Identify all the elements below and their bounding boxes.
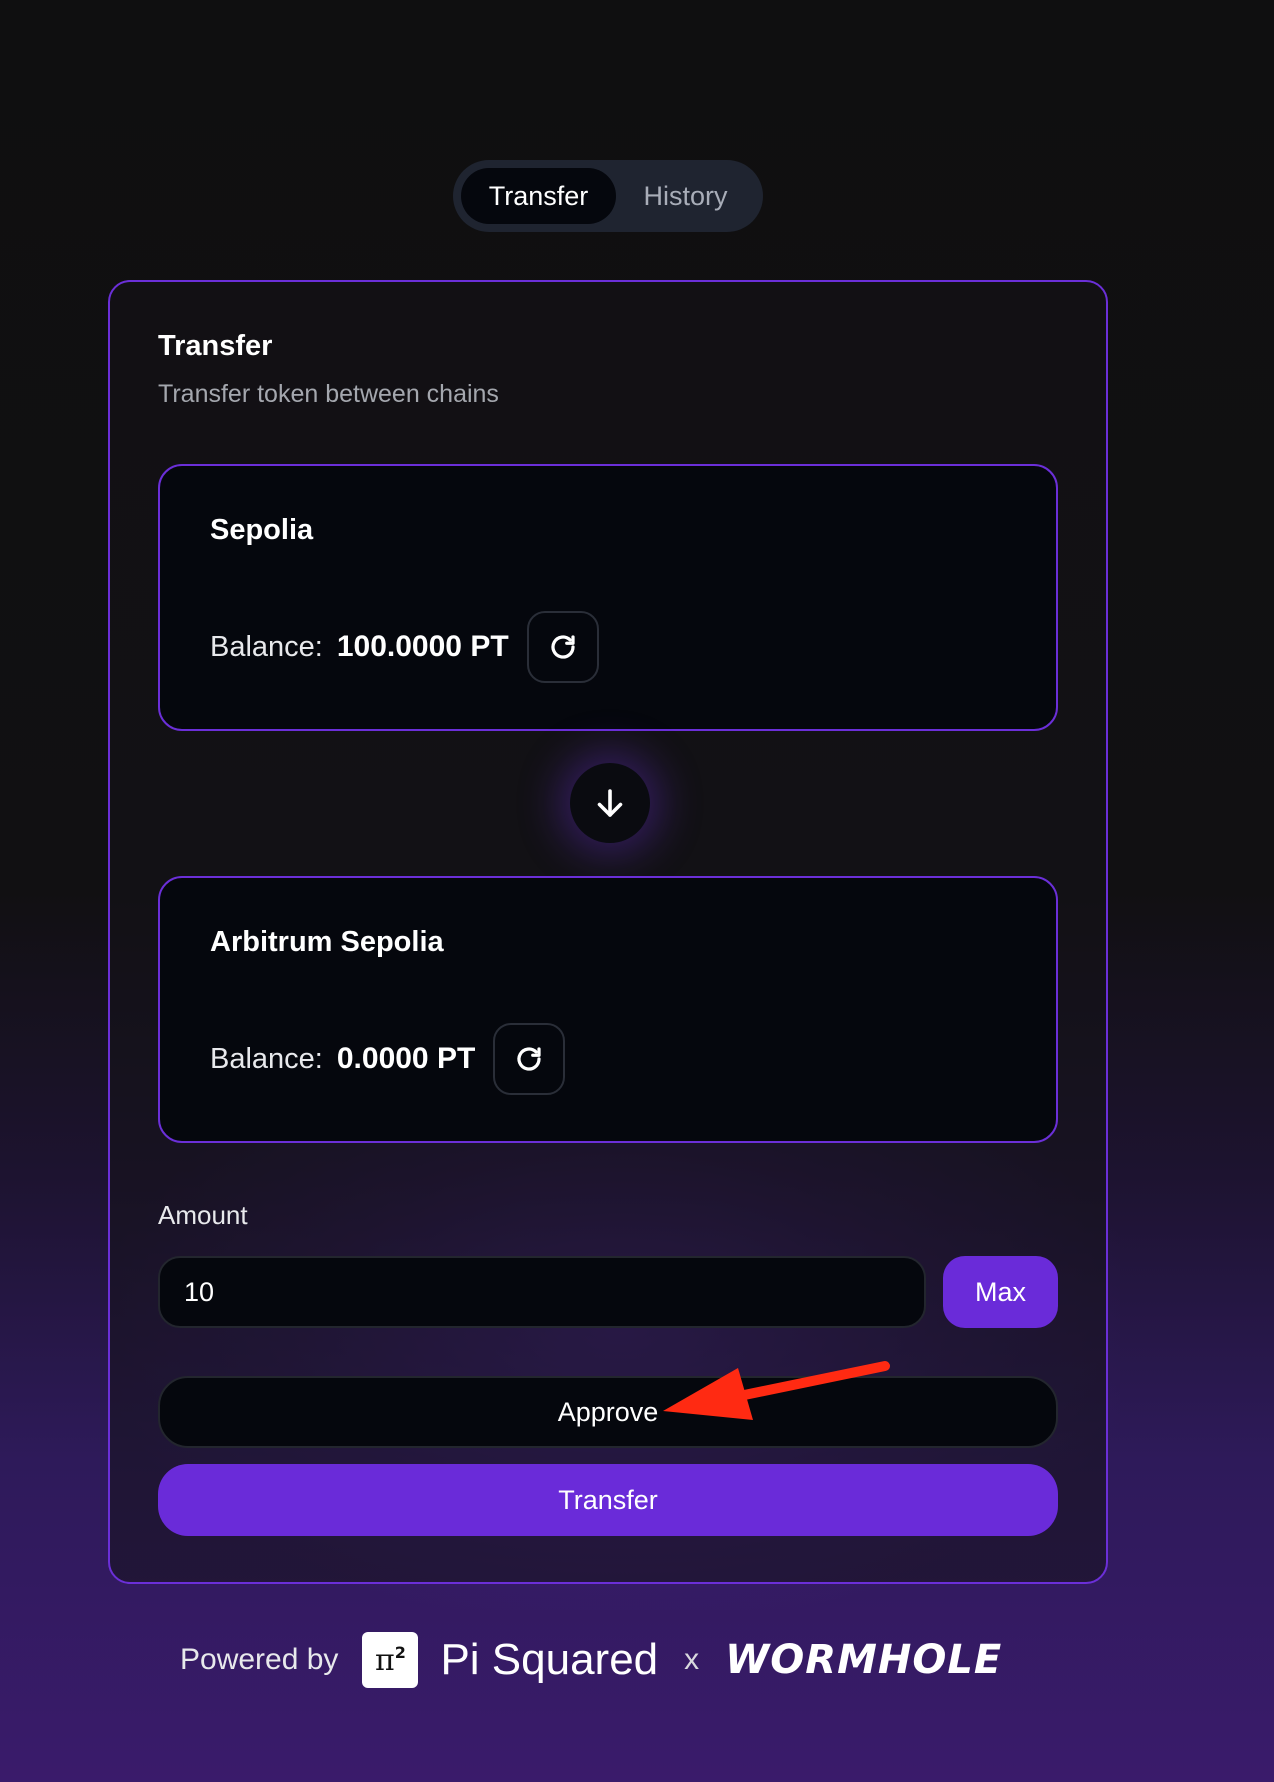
swap-direction-button[interactable]: [570, 763, 650, 843]
transfer-button[interactable]: Transfer: [158, 1464, 1058, 1536]
transfer-card: Transfer Transfer token between chains S…: [108, 280, 1108, 1584]
approve-button[interactable]: Approve: [158, 1376, 1058, 1448]
source-refresh-button[interactable]: [526, 611, 599, 683]
tab-switcher: Transfer History: [453, 160, 763, 232]
destination-balance-row: Balance: 0.0000 PT: [210, 1023, 566, 1095]
balance-label: Balance:: [210, 630, 323, 663]
source-chain-name: Sepolia: [210, 514, 314, 546]
destination-chain-box: Arbitrum Sepolia Balance: 0.0000 PT: [158, 876, 1058, 1143]
amount-label: Amount: [158, 1200, 248, 1230]
red-arrow-annotation: [663, 1361, 890, 1420]
max-button[interactable]: Max: [943, 1256, 1058, 1328]
source-balance-row: Balance: 100.0000 PT: [210, 611, 599, 683]
destination-balance-value: 0.0000 PT: [336, 1042, 476, 1075]
tab-history[interactable]: History: [616, 168, 755, 224]
pi-squared-logo: π2: [362, 1632, 419, 1688]
refresh-icon: [551, 635, 575, 659]
balance-label: Balance:: [210, 1042, 323, 1075]
source-chain-box: Sepolia Balance: 100.0000 PT: [158, 464, 1058, 731]
card-title: Transfer: [158, 330, 273, 362]
wormhole-logo: WORMHOLE: [725, 1637, 1003, 1683]
amount-input[interactable]: [158, 1256, 926, 1328]
arrow-down-icon: [597, 789, 623, 817]
destination-chain-name: Arbitrum Sepolia: [210, 926, 444, 958]
powered-by-text: Powered by: [180, 1643, 339, 1676]
tab-transfer[interactable]: Transfer: [461, 168, 616, 224]
source-balance-value: 100.0000 PT: [336, 630, 509, 663]
card-subtitle: Transfer token between chains: [158, 380, 499, 408]
pi-squared-name: Pi Squared: [440, 1635, 659, 1684]
refresh-icon: [517, 1047, 541, 1071]
footer: Powered by π2 Pi Squared x WORMHOLE: [180, 1632, 1002, 1688]
separator-x: x: [684, 1643, 700, 1676]
destination-refresh-button[interactable]: [493, 1023, 566, 1095]
